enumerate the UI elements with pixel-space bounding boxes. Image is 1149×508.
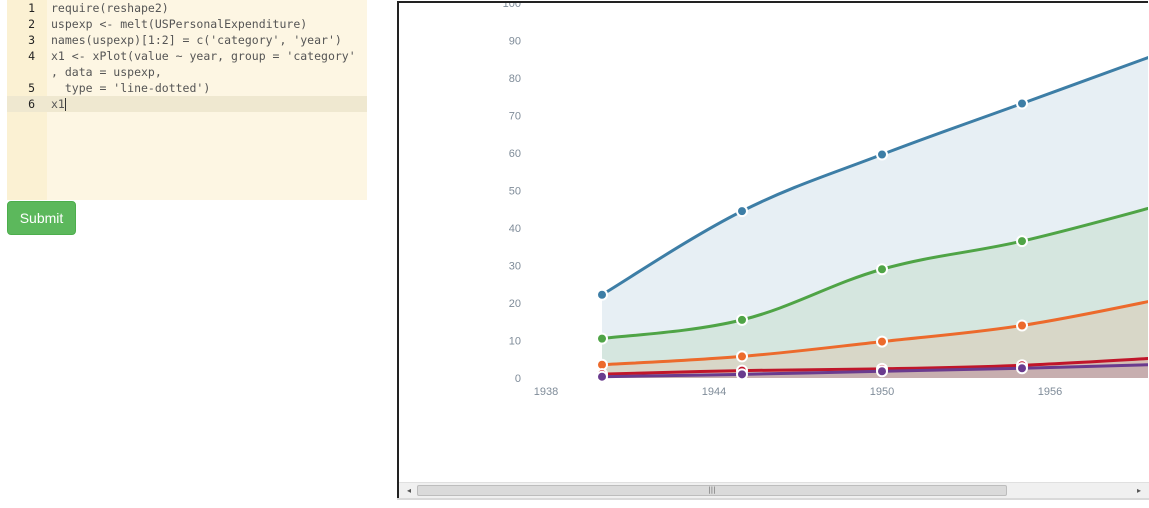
code-line[interactable]: 2 uspexp <- melt(USPersonalExpenditure) <box>7 16 367 32</box>
code-line[interactable]: 6 x1 <box>7 96 367 112</box>
y-tick-label: 40 <box>509 223 521 235</box>
line-number: 4 <box>28 49 35 63</box>
data-point[interactable] <box>596 332 608 345</box>
code-text: names(uspexp)[1:2] = c('category', 'year… <box>51 33 342 47</box>
y-tick-label: 50 <box>509 186 521 198</box>
data-point[interactable] <box>1016 97 1028 110</box>
chart-output-frame: 0 10 20 30 40 50 60 70 80 90 100 1938 1944 1950 1956 <box>397 1 1148 498</box>
y-tick-label: 70 <box>509 111 521 123</box>
scroll-left-icon[interactable]: ◂ <box>401 483 417 499</box>
data-point[interactable] <box>876 148 888 161</box>
data-point[interactable] <box>876 365 888 378</box>
data-point[interactable] <box>876 263 888 276</box>
code-line[interactable]: 5 type = 'line-dotted') <box>7 80 367 96</box>
line-number: 6 <box>28 97 35 111</box>
code-text: require(reshape2) <box>51 1 169 15</box>
code-line[interactable]: , data = uspexp, <box>7 64 367 80</box>
x-tick-label: 1938 <box>534 386 558 398</box>
y-tick-label: 100 <box>503 3 521 10</box>
data-point[interactable] <box>1016 235 1028 248</box>
data-point[interactable] <box>876 335 888 348</box>
y-tick-label: 80 <box>509 73 521 85</box>
scroll-right-icon[interactable]: ▸ <box>1131 483 1147 499</box>
data-point[interactable] <box>736 368 748 381</box>
y-tick-label: 30 <box>509 261 521 273</box>
data-point[interactable] <box>736 205 748 218</box>
horizontal-scrollbar[interactable]: ◂ ||| ▸ <box>399 482 1149 498</box>
y-tick-label: 10 <box>509 336 521 348</box>
line-number: 1 <box>28 1 35 15</box>
data-point[interactable] <box>1016 319 1028 332</box>
code-line[interactable]: 3 names(uspexp)[1:2] = c('category', 'yea… <box>7 32 367 48</box>
y-tick-label: 90 <box>509 36 521 48</box>
line-number: 2 <box>28 17 35 31</box>
chart-svg: 0 10 20 30 40 50 60 70 80 90 100 1938 1944 1950 1956 <box>503 3 1148 398</box>
y-tick-label: 60 <box>509 148 521 160</box>
x-tick-label: 1950 <box>870 386 894 398</box>
x-tick-label: 1944 <box>702 386 726 398</box>
data-point[interactable] <box>736 313 748 326</box>
code-text: x1 <- xPlot(value ~ year, group = 'categ… <box>51 49 356 63</box>
text-cursor <box>64 98 66 111</box>
code-line[interactable]: 4 x1 <- xPlot(value ~ year, group = 'cate… <box>7 48 367 64</box>
scroll-thumb[interactable]: ||| <box>417 485 1007 496</box>
code-line[interactable]: 1 require(reshape2) <box>7 0 367 16</box>
data-point[interactable] <box>596 288 608 301</box>
data-point[interactable] <box>1016 362 1028 375</box>
line-number: 3 <box>28 33 35 47</box>
code-text: x1 <box>51 97 66 111</box>
y-tick-label: 0 <box>515 373 521 385</box>
code-text: type = 'line-dotted') <box>51 81 211 95</box>
x-tick-label: 1956 <box>1038 386 1062 398</box>
data-point[interactable] <box>596 370 608 383</box>
data-point[interactable] <box>736 350 748 363</box>
code-editor[interactable]: 1 require(reshape2) 2 uspexp <- melt(USPers… <box>7 0 367 200</box>
y-tick-label: 20 <box>509 298 521 310</box>
frame-bottom-border <box>397 498 1149 500</box>
code-text: , data = uspexp, <box>51 65 162 79</box>
submit-button[interactable]: Submit <box>7 201 76 235</box>
line-number: 5 <box>28 81 35 95</box>
code-text: uspexp <- melt(USPersonalExpenditure) <box>51 17 308 31</box>
